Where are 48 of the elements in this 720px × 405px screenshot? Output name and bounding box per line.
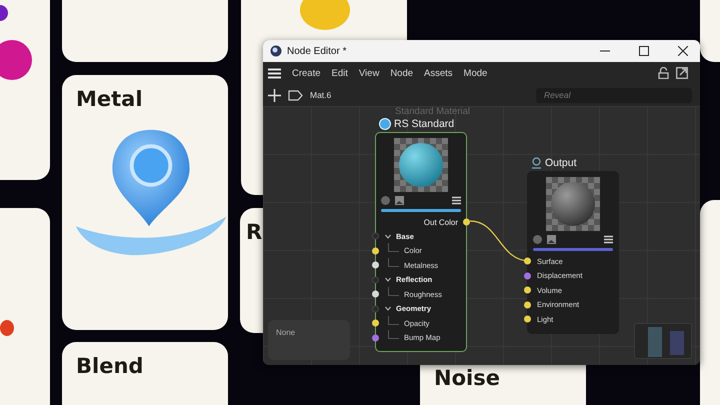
list-icon[interactable] xyxy=(604,235,613,244)
node-title: RS Standard xyxy=(394,118,454,130)
window-title: Node Editor * xyxy=(287,46,346,56)
sphere-icon xyxy=(379,118,391,130)
input-port[interactable] xyxy=(372,320,379,327)
menu-icon[interactable] xyxy=(268,68,281,78)
popout-icon[interactable] xyxy=(676,67,688,79)
input-port[interactable] xyxy=(524,301,531,308)
sphere-preview xyxy=(546,177,600,231)
input-port[interactable] xyxy=(524,286,531,294)
sphere-preview xyxy=(394,138,448,192)
node-caption: Standard Material xyxy=(395,106,470,117)
output-icon xyxy=(531,157,542,169)
menu-item[interactable]: Edit xyxy=(328,68,352,78)
tile-label: Noise xyxy=(434,366,500,390)
menu-item[interactable]: Assets xyxy=(420,68,457,78)
input-port[interactable] xyxy=(372,247,379,254)
tile-label: Blend xyxy=(76,354,144,378)
input-port[interactable] xyxy=(524,316,531,323)
port-label: Out Color xyxy=(424,218,458,226)
chevron-icon[interactable] xyxy=(385,234,391,239)
menu-item[interactable]: Create xyxy=(288,68,325,78)
node-title: Output xyxy=(545,157,577,169)
image-icon[interactable] xyxy=(547,235,556,244)
input-port[interactable] xyxy=(372,334,379,342)
input-port[interactable] xyxy=(372,290,379,298)
menu-item[interactable]: View xyxy=(354,68,384,78)
menu-item[interactable]: Node xyxy=(386,68,418,78)
input-port[interactable] xyxy=(524,272,531,280)
image-icon[interactable] xyxy=(395,196,404,205)
tag-icon[interactable] xyxy=(288,90,303,100)
chevron-icon[interactable] xyxy=(385,306,391,312)
maximize-icon[interactable] xyxy=(639,46,649,56)
close-icon[interactable] xyxy=(678,46,688,56)
list-icon[interactable] xyxy=(452,196,461,205)
lock-icon[interactable] xyxy=(658,67,669,79)
input-port[interactable] xyxy=(372,262,379,269)
menu-item[interactable]: Mode xyxy=(460,68,492,78)
search-field[interactable]: Reveal xyxy=(536,88,692,102)
app-icon xyxy=(270,45,282,57)
tile-label: R xyxy=(246,220,262,244)
input-port[interactable] xyxy=(524,258,531,265)
add-icon[interactable] xyxy=(268,88,281,102)
output-port[interactable] xyxy=(463,218,470,226)
info-text: None xyxy=(276,328,296,337)
material-name: Mat.6 xyxy=(310,90,332,100)
chevron-icon[interactable] xyxy=(385,277,391,282)
tile-label: Metal xyxy=(76,87,143,111)
